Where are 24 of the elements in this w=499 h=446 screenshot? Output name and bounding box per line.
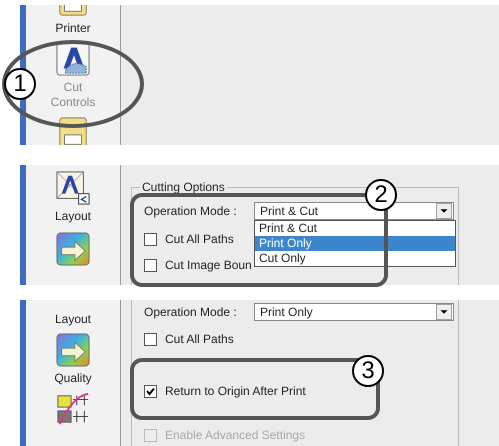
color-curve-icon[interactable] <box>56 392 90 426</box>
dropdown-option[interactable]: Cut Only <box>255 251 455 266</box>
sidebar-label[interactable]: Layout <box>43 312 103 327</box>
checkbox[interactable] <box>144 258 157 272</box>
quality-icon[interactable] <box>56 232 90 266</box>
sidebar-label[interactable]: Printer <box>43 21 103 36</box>
checkbox-label[interactable]: Cut All Paths <box>165 232 234 246</box>
dropdown-option[interactable]: Print & Cut <box>255 221 455 236</box>
sidebar-label[interactable]: Quality <box>43 371 103 386</box>
checkbox[interactable] <box>144 384 157 398</box>
group-title: Cutting Options <box>140 180 227 194</box>
checkbox-label[interactable]: Cut Image Boun <box>165 258 252 272</box>
checkbox-label[interactable]: Return to Origin After Print <box>165 384 306 398</box>
field-label: Operation Mode : <box>144 305 238 319</box>
field-label: Operation Mode : <box>144 204 238 218</box>
quality-icon[interactable] <box>56 333 90 367</box>
dropdown-option[interactable]: Print Only <box>255 236 455 251</box>
checkbox-label[interactable]: Cut All Paths <box>165 332 234 346</box>
checkbox[interactable] <box>144 232 157 246</box>
sidebar-label[interactable]: Layout <box>43 209 103 224</box>
operation-mode-dropdown[interactable]: Print Only <box>254 303 454 321</box>
layout-icon[interactable] <box>56 171 90 205</box>
cut-controls-icon[interactable] <box>56 42 90 76</box>
checkbox[interactable] <box>144 332 157 346</box>
